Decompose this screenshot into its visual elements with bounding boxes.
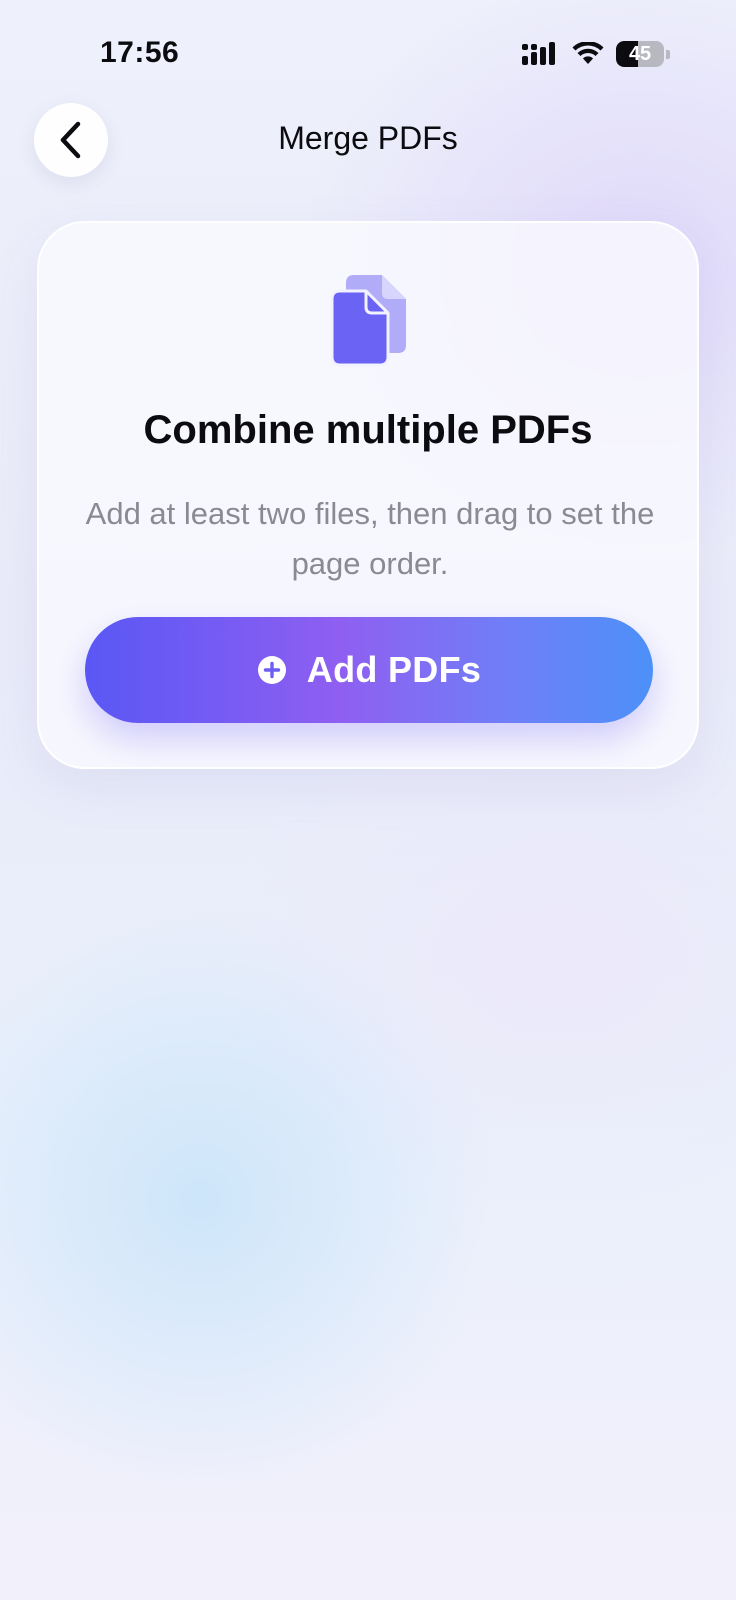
status-icons: 45 bbox=[522, 40, 670, 68]
battery-tip bbox=[666, 49, 670, 59]
status-bar: 17:56 45 bbox=[0, 0, 736, 100]
plus-circle-icon bbox=[257, 656, 286, 684]
card-title: Combine multiple PDFs bbox=[143, 408, 593, 452]
merge-card: Combine multiple PDFs Add at least two f… bbox=[37, 221, 699, 769]
page-title: Merge PDFs bbox=[278, 120, 458, 156]
add-pdfs-label: Add PDFs bbox=[306, 649, 482, 690]
battery-body: 45 bbox=[616, 41, 665, 67]
battery-level: 45 bbox=[628, 42, 652, 65]
documents-icon bbox=[330, 275, 406, 367]
add-pdfs-button[interactable]: Add PDFs bbox=[85, 617, 653, 723]
card-description: Add at least two files, then drag to set… bbox=[85, 496, 655, 581]
status-time: 17:56 bbox=[100, 36, 180, 69]
battery-icon: 45 bbox=[616, 41, 670, 67]
wifi-icon bbox=[572, 42, 604, 64]
signal-icon bbox=[522, 42, 555, 65]
